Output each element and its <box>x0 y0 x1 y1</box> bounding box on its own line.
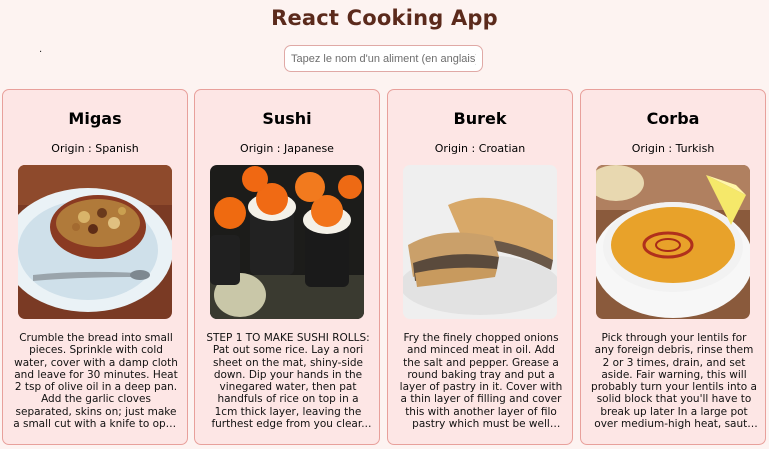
meal-card-sushi[interactable]: Sushi Origin : Japanese STEP 1 TO MAKE S… <box>194 89 380 445</box>
meal-instructions: Pick through your lentils for any foreig… <box>591 332 757 431</box>
stray-dot: . <box>39 44 43 55</box>
sushi-dish-picture <box>210 165 364 319</box>
app-title: React Cooking App <box>271 6 498 30</box>
search-input[interactable] <box>284 45 483 72</box>
meal-card-migas[interactable]: Migas Origin : Spanish Crumble the bread… <box>2 89 188 445</box>
meal-image <box>403 165 557 319</box>
migas-dish-picture <box>18 165 172 319</box>
meal-image <box>596 165 750 319</box>
meal-title: Sushi <box>262 109 312 128</box>
burek-dish-picture <box>403 165 557 319</box>
meal-title: Migas <box>68 109 122 128</box>
meal-instructions: Crumble the bread into small pieces. Spr… <box>13 332 179 431</box>
meal-title: Burek <box>453 109 507 128</box>
meal-card-corba[interactable]: Corba Origin : Turkish Pick through your… <box>580 89 766 445</box>
meal-title: Corba <box>646 109 700 128</box>
meal-origin: Origin : Croatian <box>434 142 526 155</box>
meal-origin: Origin : Turkish <box>631 142 715 155</box>
meal-origin: Origin : Japanese <box>240 142 334 155</box>
meal-instructions: Fry the finely chopped onions and minced… <box>399 332 563 431</box>
meal-image <box>18 165 172 319</box>
meal-instructions: STEP 1 TO MAKE SUSHI ROLLS: Pat out some… <box>206 332 370 431</box>
meal-card-burek[interactable]: Burek Origin : Croatian Fry the finely c… <box>387 89 573 445</box>
meal-origin: Origin : Spanish <box>51 142 139 155</box>
meal-image <box>210 165 364 319</box>
corba-dish-picture <box>596 165 750 319</box>
